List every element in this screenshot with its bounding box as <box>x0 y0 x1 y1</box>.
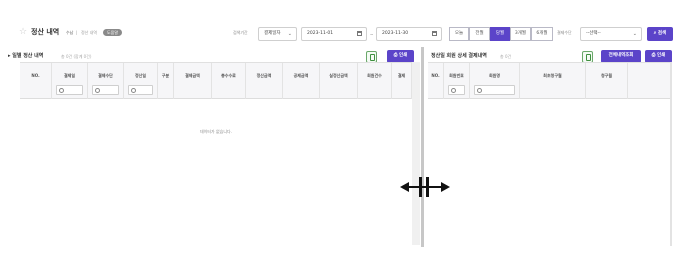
right-panel-title: 정산일 회원 상세 결제내역 <box>431 53 487 59</box>
search-icon: ⌕ <box>653 31 657 36</box>
column-header-label: 결제 <box>397 73 406 78</box>
empty-message: 데이터가 없습니다. <box>200 129 232 134</box>
left-print-label: 인쇄 <box>398 53 408 58</box>
favorite-star-icon[interactable]: ☆ <box>19 27 27 37</box>
left-grid: NO. 결제일 결제수단 정산일 구분 결제금액 총수수료 정산금액 공제금액 실정산금액 회원건수… <box>20 62 412 246</box>
column-header[interactable]: 구분 <box>158 63 174 99</box>
column-header-label: 회원명 <box>488 73 501 78</box>
search-button-label: 검색 <box>657 31 667 36</box>
period-type-select[interactable]: 결제일자 ⌄ <box>258 27 297 41</box>
column-header-label: 공제금액 <box>293 73 309 78</box>
column-header-label: 결제수단 <box>98 73 113 78</box>
right-grid-scrollbar[interactable] <box>670 62 672 246</box>
search-button[interactable]: ⌕ 검색 <box>647 27 673 41</box>
quick-range-4[interactable]: 6개월 <box>531 27 553 41</box>
column-header[interactable]: 결제금액 <box>174 63 212 99</box>
quick-range-2[interactable]: 당월 <box>490 27 510 41</box>
right-print-label: 인쇄 <box>656 53 666 58</box>
quick-range-3[interactable]: 3개월 <box>510 27 531 41</box>
left-panel-title-text: 일별 정산 내역 <box>12 53 44 59</box>
column-header[interactable]: NO. <box>20 63 52 99</box>
column-header[interactable]: 공제금액 <box>283 63 320 99</box>
column-header[interactable]: 회원명 <box>470 63 520 99</box>
column-header-label: 실정산금액 <box>329 73 348 78</box>
column-header-label: NO. <box>431 73 440 78</box>
date-range-tilde: ~ <box>370 32 374 37</box>
chevron-down-icon: ⌄ <box>287 31 292 37</box>
column-header[interactable]: 총수수료 <box>212 63 246 99</box>
column-header[interactable]: 최초청구월 <box>520 63 586 99</box>
date-from-value: 2023-11-01 <box>307 31 334 36</box>
column-header[interactable]: NO. <box>428 63 444 99</box>
column-header-label: 총수수료 <box>221 73 236 78</box>
date-from-field[interactable]: 2023-11-01 <box>301 27 367 41</box>
column-header[interactable]: 정산금액 <box>246 63 283 99</box>
column-header-label: 청구월 <box>600 73 613 78</box>
breadcrumb-current: 정산 내역 <box>81 30 97 35</box>
printer-icon: ⎙ <box>393 53 398 58</box>
page-header: ☆ 정산 내역 수납 | 정산 내역 도움말 검색기간 결제일자 ⌄ 2023-… <box>0 22 685 46</box>
column-header-label: 회원건수 <box>367 73 382 78</box>
column-header[interactable]: 정산일 <box>124 63 158 99</box>
column-filter-input[interactable] <box>56 85 83 95</box>
left-grid-scrollbar-top[interactable] <box>412 62 420 102</box>
date-to-field[interactable]: 2023-11-30 <box>376 27 442 41</box>
left-grid-scrollbar[interactable] <box>412 102 420 245</box>
column-header[interactable]: 회원건수 <box>358 63 392 99</box>
calendar-icon[interactable] <box>357 31 362 36</box>
column-header[interactable]: 청구월 <box>586 63 628 99</box>
quick-range-1[interactable]: 전월 <box>469 27 490 41</box>
column-filter-input[interactable] <box>92 85 119 95</box>
date-to-value: 2023-11-30 <box>382 31 409 36</box>
column-resize-cursor-icon <box>400 176 450 198</box>
quick-range-0[interactable]: 오늘 <box>449 27 469 41</box>
column-filter-input[interactable] <box>474 85 515 95</box>
column-header-label: NO. <box>31 73 40 78</box>
help-badge[interactable]: 도움말 <box>103 29 123 36</box>
page-title: 정산 내역 <box>31 28 60 36</box>
column-header-label: 정산일 <box>134 73 147 78</box>
breadcrumb-separator: | <box>76 30 78 35</box>
breadcrumb-home[interactable]: 수납 <box>66 30 73 36</box>
column-header-label: 결제금액 <box>185 73 200 78</box>
left-panel-title: ▸ 일별 정산 내역 <box>8 53 44 59</box>
payment-method-value: --선택-- <box>586 31 601 36</box>
column-header-label: 최초청구월 <box>543 73 562 78</box>
column-header-label: 결제일 <box>63 73 76 78</box>
right-grid: NO. 회원번호 회원명 최초청구월 청구월 <box>428 62 670 246</box>
right-panel-count: 총 0건 <box>500 54 512 59</box>
column-header-label: 회원번호 <box>449 73 464 78</box>
payment-method-select[interactable]: --선택-- ⌄ <box>580 27 642 41</box>
calendar-icon[interactable] <box>432 31 437 36</box>
column-header-label: 구분 <box>161 73 170 78</box>
left-grid-header: NO. 결제일 결제수단 정산일 구분 결제금액 총수수료 정산금액 공제금액 실정산금액 회원건수… <box>20 63 412 99</box>
period-type-value: 결제일자 <box>264 31 281 36</box>
payment-method-label: 결제수단 <box>557 30 572 35</box>
chevron-down-icon: ⌄ <box>632 31 637 37</box>
column-header-label: 정산금액 <box>256 73 272 78</box>
period-label: 검색기간 <box>233 30 248 35</box>
column-header[interactable]: 결제일 <box>52 63 88 99</box>
column-header[interactable]: 실정산금액 <box>320 63 358 99</box>
column-header[interactable]: 결제수단 <box>88 63 124 99</box>
right-grid-header: NO. 회원번호 회원명 최초청구월 청구월 <box>428 63 670 99</box>
column-filter-input[interactable] <box>128 85 153 95</box>
printer-icon: ⎙ <box>651 53 656 58</box>
column-header[interactable]: 결제 <box>392 63 412 99</box>
column-filter-input[interactable] <box>448 85 465 95</box>
column-header[interactable]: 회원번호 <box>444 63 470 99</box>
panel-splitter[interactable] <box>421 47 424 247</box>
left-panel-count: 총 0건 (합계 0건) <box>61 54 92 59</box>
